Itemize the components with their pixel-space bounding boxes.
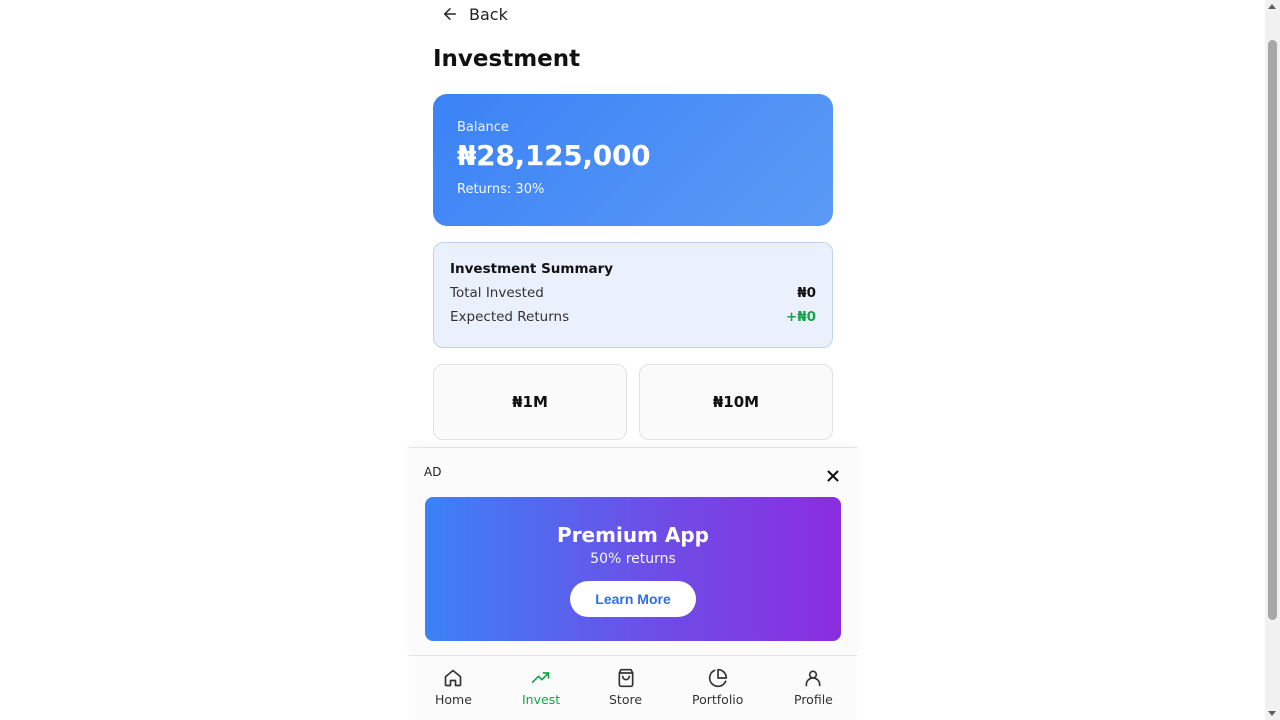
back-label: Back xyxy=(469,4,508,24)
summary-row-label: Expected Returns xyxy=(450,309,570,325)
page: Back Investment Balance ₦28,125,000 Retu… xyxy=(0,0,1280,720)
ad-panel: AD Premium App 50% returns Learn More xyxy=(409,447,857,655)
summary-row-value: +₦0 xyxy=(785,309,816,325)
scroll-down-icon[interactable] xyxy=(1268,711,1276,716)
ad-banner[interactable]: Premium App 50% returns Learn More xyxy=(425,497,841,641)
bottom-nav: Home Invest Store Portfolio Profile xyxy=(409,655,857,720)
nav-item-portfolio[interactable]: Portfolio xyxy=(692,668,743,707)
ad-close-button[interactable] xyxy=(825,468,841,484)
balance-card: Balance ₦28,125,000 Returns: 30% xyxy=(433,94,833,226)
balance-amount: ₦28,125,000 xyxy=(457,139,651,172)
home-icon xyxy=(445,669,462,687)
arrow-left-icon xyxy=(444,8,456,20)
shopping-bag-icon xyxy=(618,668,634,688)
nav-label: Portfolio xyxy=(692,692,744,707)
scroll-up-icon[interactable] xyxy=(1268,4,1276,9)
pie-chart-icon xyxy=(708,668,727,688)
trending-up-icon xyxy=(531,672,550,683)
nav-item-home[interactable]: Home xyxy=(435,668,472,707)
nav-item-profile[interactable]: Profile xyxy=(794,668,833,707)
nav-label: Invest xyxy=(522,692,561,707)
learn-more-button[interactable]: Learn More xyxy=(570,581,696,617)
summary-row-expected-returns: Expected Returns +₦0 xyxy=(450,309,816,325)
summary-row-label: Total Invested xyxy=(450,285,544,301)
nav-label: Profile xyxy=(794,692,833,707)
amount-option-1m[interactable]: ₦1M xyxy=(433,364,627,440)
ad-label: AD xyxy=(424,465,442,479)
nav-label: Home xyxy=(435,692,472,707)
summary-title: Investment Summary xyxy=(450,261,614,277)
amount-options: ₦1M ₦10M xyxy=(433,364,833,440)
close-icon xyxy=(827,470,839,482)
nav-label: Store xyxy=(609,692,643,707)
page-scrollbar[interactable] xyxy=(1265,0,1280,720)
app-container: Back Investment Balance ₦28,125,000 Retu… xyxy=(409,0,857,720)
back-button[interactable]: Back xyxy=(441,2,508,26)
user-icon xyxy=(805,670,821,687)
ad-title: Premium App xyxy=(557,523,709,547)
scroll-thumb[interactable] xyxy=(1268,40,1277,620)
amount-option-10m[interactable]: ₦10M xyxy=(639,364,833,440)
page-title: Investment xyxy=(433,46,581,72)
balance-label: Balance xyxy=(457,120,509,135)
ad-subtitle: 50% returns xyxy=(590,551,676,567)
nav-item-store[interactable]: Store xyxy=(609,668,642,707)
summary-row-value: ₦0 xyxy=(797,285,816,301)
summary-row-total-invested: Total Invested ₦0 xyxy=(450,285,816,301)
balance-returns: Returns: 30% xyxy=(457,182,545,197)
investment-summary-card: Investment Summary Total Invested ₦0 Exp… xyxy=(433,242,833,348)
nav-item-invest[interactable]: Invest xyxy=(522,668,560,707)
